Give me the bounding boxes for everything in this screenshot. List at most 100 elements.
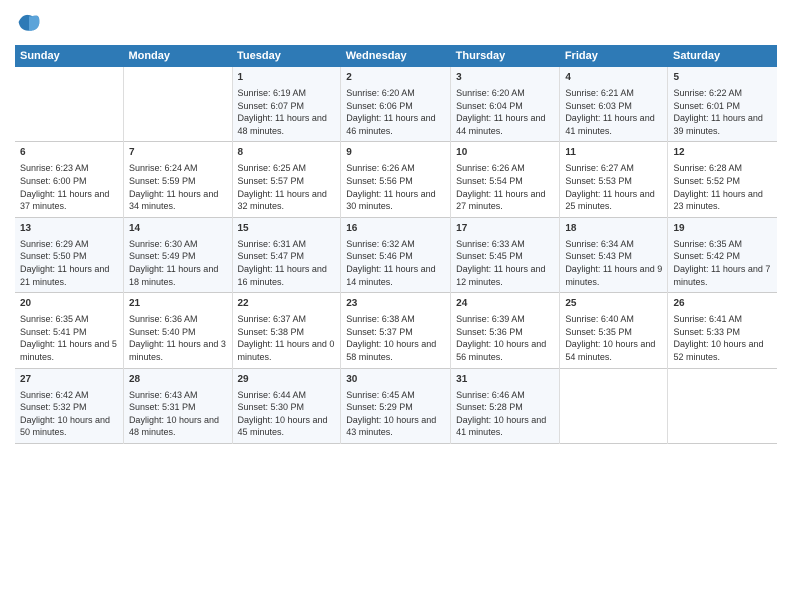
day-cell: 9Sunrise: 6:26 AMSunset: 5:56 PMDaylight… [341, 142, 451, 217]
day-number: 21 [129, 297, 227, 311]
day-cell: 28Sunrise: 6:43 AMSunset: 5:31 PMDayligh… [123, 368, 232, 443]
day-cell: 14Sunrise: 6:30 AMSunset: 5:49 PMDayligh… [123, 217, 232, 292]
day-number: 9 [346, 146, 445, 160]
day-cell: 2Sunrise: 6:20 AMSunset: 6:06 PMDaylight… [341, 67, 451, 142]
day-number: 16 [346, 222, 445, 236]
sunrise: Sunrise: 6:34 AM [565, 239, 634, 249]
header-day-sunday: Sunday [15, 45, 123, 67]
sunset: Sunset: 5:54 PM [456, 176, 523, 186]
day-cell: 22Sunrise: 6:37 AMSunset: 5:38 PMDayligh… [232, 293, 341, 368]
sunset: Sunset: 5:49 PM [129, 251, 196, 261]
day-number: 5 [673, 71, 772, 85]
sunrise: Sunrise: 6:26 AM [346, 163, 415, 173]
sunset: Sunset: 5:36 PM [456, 327, 523, 337]
day-cell: 18Sunrise: 6:34 AMSunset: 5:43 PMDayligh… [560, 217, 668, 292]
header-day-thursday: Thursday [451, 45, 560, 67]
day-cell: 11Sunrise: 6:27 AMSunset: 5:53 PMDayligh… [560, 142, 668, 217]
day-cell: 8Sunrise: 6:25 AMSunset: 5:57 PMDaylight… [232, 142, 341, 217]
daylight: Daylight: 11 hours and 44 minutes. [456, 113, 545, 136]
header-day-wednesday: Wednesday [341, 45, 451, 67]
day-cell: 30Sunrise: 6:45 AMSunset: 5:29 PMDayligh… [341, 368, 451, 443]
sunrise: Sunrise: 6:20 AM [456, 88, 525, 98]
sunrise: Sunrise: 6:27 AM [565, 163, 634, 173]
day-cell: 21 Sunrise: 6:36 AM Sunset: 5:40 PM Dayligh… [123, 293, 232, 368]
sunrise: Sunrise: 6:44 AM [238, 390, 307, 400]
sunset: Sunset: 5:52 PM [673, 176, 740, 186]
daylight: Daylight: 11 hours and 14 minutes. [346, 264, 435, 287]
day-number: 4 [565, 71, 662, 85]
sunrise: Sunrise: 6:32 AM [346, 239, 415, 249]
sunset: Sunset: 5:53 PM [565, 176, 632, 186]
daylight: Daylight: 11 hours and 32 minutes. [238, 189, 327, 212]
sunrise: Sunrise: 6:28 AM [673, 163, 742, 173]
header [15, 10, 777, 39]
sunset: Sunset: 6:04 PM [456, 101, 523, 111]
sunrise: Sunrise: 6:41 AM [673, 314, 742, 324]
daylight: Daylight: 11 hours and 3 minutes. [129, 339, 226, 362]
sunset: Sunset: 5:46 PM [346, 251, 413, 261]
day-number: 6 [20, 146, 118, 160]
sunset: Sunset: 5:29 PM [346, 402, 413, 412]
sunrise: Sunrise: 6:29 AM [20, 239, 89, 249]
day-cell: 20Sunrise: 6:35 AMSunset: 5:41 PMDayligh… [15, 293, 123, 368]
day-cell: 6Sunrise: 6:23 AMSunset: 6:00 PMDaylight… [15, 142, 123, 217]
day-number: 1 [238, 71, 336, 85]
sunset: Sunset: 6:07 PM [238, 101, 305, 111]
sunset: Sunset: 5:50 PM [20, 251, 87, 261]
sunrise: Sunrise: 6:20 AM [346, 88, 415, 98]
day-cell: 15Sunrise: 6:31 AMSunset: 5:47 PMDayligh… [232, 217, 341, 292]
daylight: Daylight: 10 hours and 56 minutes. [456, 339, 546, 362]
day-cell: 13 Sunrise: 6:29 AM Sunset: 5:50 PM Dayligh… [15, 217, 123, 292]
daylight: Daylight: 11 hours and 46 minutes. [346, 113, 435, 136]
day-cell: 1Sunrise: 6:19 AMSunset: 6:07 PMDaylight… [232, 67, 341, 142]
day-cell: 29Sunrise: 6:44 AMSunset: 5:30 PMDayligh… [232, 368, 341, 443]
sunset: Sunset: 5:42 PM [673, 251, 740, 261]
daylight: Daylight: 10 hours and 50 minutes. [20, 415, 110, 438]
sunrise: Sunrise: 6:21 AM [565, 88, 634, 98]
daylight: Daylight: 11 hours and 48 minutes. [238, 113, 327, 136]
day-number: 17 [456, 222, 554, 236]
day-cell: 5Sunrise: 6:22 AMSunset: 6:01 PMDaylight… [668, 67, 777, 142]
daylight: Daylight: 11 hours and 18 minutes. [129, 264, 218, 287]
header-day-monday: Monday [123, 45, 232, 67]
sunset: Sunset: 5:40 PM [129, 327, 196, 337]
daylight: Daylight: 11 hours and 0 minutes. [238, 339, 335, 362]
day-number: 25 [565, 297, 662, 311]
daylight: Daylight: 10 hours and 43 minutes. [346, 415, 436, 438]
daylight: Daylight: 11 hours and 16 minutes. [238, 264, 327, 287]
week-row-0: 1Sunrise: 6:19 AMSunset: 6:07 PMDaylight… [15, 67, 777, 142]
sunrise: Sunrise: 6:31 AM [238, 239, 307, 249]
sunset: Sunset: 5:56 PM [346, 176, 413, 186]
day-cell [15, 67, 123, 142]
day-cell: 19Sunrise: 6:35 AMSunset: 5:42 PMDayligh… [668, 217, 777, 292]
sunset: Sunset: 6:00 PM [20, 176, 87, 186]
day-cell: 26Sunrise: 6:41 AMSunset: 5:33 PMDayligh… [668, 293, 777, 368]
daylight: Daylight: 11 hours and 9 minutes. [565, 264, 662, 287]
logo-icon [17, 10, 41, 34]
day-number: 31 [456, 373, 554, 387]
day-number: 18 [565, 222, 662, 236]
sunset: Sunset: 5:35 PM [565, 327, 632, 337]
sunset: Sunset: 6:01 PM [673, 101, 740, 111]
sunset: Sunset: 5:33 PM [673, 327, 740, 337]
sunrise: Sunrise: 6:40 AM [565, 314, 634, 324]
sunrise: Sunrise: 6:23 AM [20, 163, 89, 173]
day-cell [668, 368, 777, 443]
day-number: 24 [456, 297, 554, 311]
sunset: Sunset: 5:45 PM [456, 251, 523, 261]
daylight: Daylight: 11 hours and 41 minutes. [565, 113, 654, 136]
week-row-1: 6 Sunrise: 6:23 AM Sunset: 6:00 PM Daylight… [15, 142, 777, 217]
daylight: Daylight: 11 hours and 21 minutes. [20, 264, 109, 287]
day-number: 13 [20, 222, 118, 236]
day-number: 23 [346, 297, 445, 311]
day-number: 29 [238, 373, 336, 387]
day-number: 20 [20, 297, 118, 311]
day-number: 7 [129, 146, 227, 160]
week-row-2: 13 Sunrise: 6:29 AM Sunset: 5:50 PM Dayligh… [15, 217, 777, 292]
sunrise: Sunrise: 6:36 AM [129, 314, 198, 324]
day-cell: 23Sunrise: 6:38 AMSunset: 5:37 PMDayligh… [341, 293, 451, 368]
day-number: 26 [673, 297, 772, 311]
daylight: Daylight: 11 hours and 12 minutes. [456, 264, 545, 287]
sunrise: Sunrise: 6:43 AM [129, 390, 198, 400]
sunset: Sunset: 5:31 PM [129, 402, 196, 412]
